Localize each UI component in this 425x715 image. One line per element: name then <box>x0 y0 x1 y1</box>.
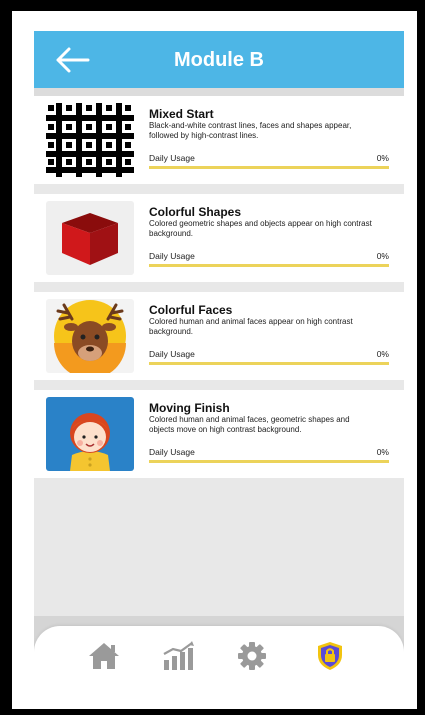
nav-stats-button[interactable] <box>161 640 195 672</box>
app-screen: Module B Mixed Start Black-and-white con… <box>34 31 404 691</box>
module-list: Mixed Start Black-and-white contrast lin… <box>34 96 404 488</box>
usage-progress-bar <box>149 264 389 267</box>
page-title: Module B <box>174 49 264 71</box>
usage-percent: 0% <box>376 349 389 359</box>
module-description: Colored human and animal faces appear on… <box>149 317 353 336</box>
moose-face-image <box>46 299 134 373</box>
usage-percent: 0% <box>376 251 389 261</box>
nav-locked-button[interactable] <box>313 640 347 672</box>
module-title: Colorful Faces <box>149 303 233 317</box>
usage-progress-bar <box>149 166 389 169</box>
module-description: Colored geometric shapes and objects app… <box>149 219 372 238</box>
module-card-mixed-start[interactable]: Mixed Start Black-and-white contrast lin… <box>34 96 404 184</box>
child-face-image <box>46 397 134 471</box>
usage-label: Daily Usage <box>149 153 195 163</box>
gear-icon <box>238 642 266 670</box>
module-description: Black-and-white contrast lines, faces an… <box>149 121 352 140</box>
device-frame: Module B Mixed Start Black-and-white con… <box>12 11 417 709</box>
module-description: Colored human and animal faces, geometri… <box>149 415 350 434</box>
module-title: Colorful Shapes <box>149 205 242 219</box>
usage-percent: 0% <box>376 447 389 457</box>
usage-progress-bar <box>149 460 389 463</box>
module-card-colorful-shapes[interactable]: Colorful Shapes Colored geometric shapes… <box>34 194 404 282</box>
bottom-nav <box>34 626 404 691</box>
module-title: Moving Finish <box>149 401 230 415</box>
bar-chart-icon <box>163 641 194 670</box>
header-divider <box>34 88 404 96</box>
usage-progress-bar <box>149 362 389 365</box>
red-cube-image <box>46 201 134 275</box>
home-icon <box>89 643 119 669</box>
module-title: Mixed Start <box>149 107 214 121</box>
nav-home-button[interactable] <box>87 640 121 672</box>
usage-label: Daily Usage <box>149 251 195 261</box>
module-card-colorful-faces[interactable]: Colorful Faces Colored human and animal … <box>34 292 404 380</box>
usage-percent: 0% <box>376 153 389 163</box>
shield-lock-icon <box>318 642 342 670</box>
app-header: Module B <box>34 31 404 88</box>
usage-label: Daily Usage <box>149 349 195 359</box>
usage-label: Daily Usage <box>149 447 195 457</box>
checkerboard-image <box>46 103 134 177</box>
module-card-moving-finish[interactable]: Moving Finish Colored human and animal f… <box>34 390 404 478</box>
nav-settings-button[interactable] <box>235 640 269 672</box>
